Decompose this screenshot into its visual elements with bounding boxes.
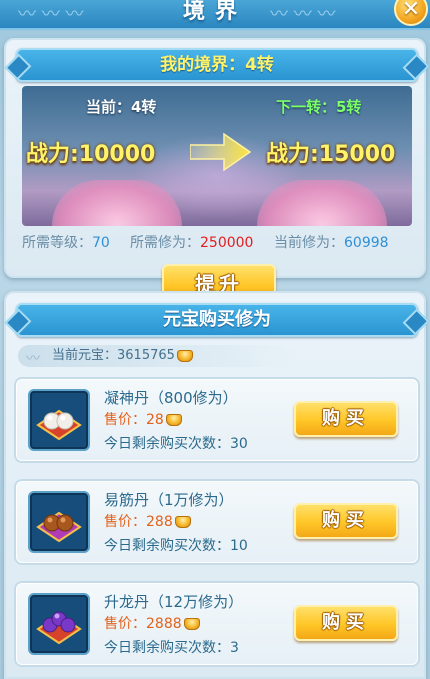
purple-pills-icon [28,593,90,655]
shop-banner-title: 元宝购买修为 [163,309,271,330]
item-price-label: 售价： [104,412,146,428]
shop-item: 凝神丹（800修为） 售价：28 今日剩余购买次数：30 购买 [14,377,420,463]
yuanbao-balance: 〰 当前元宝：3615765 [18,345,298,367]
current-realm-label: 当前：4转 [86,98,157,116]
required-cultivation-label: 所需修为： [130,235,200,251]
arrow-right-icon [190,132,252,172]
item-remaining: 今日剩余购买次数：10 [104,535,248,555]
item-remaining-label: 今日剩余购买次数： [104,436,230,452]
realm-banner: 我的境界：4转 [16,48,418,82]
item-remaining-label: 今日剩余购买次数： [104,538,230,554]
next-power: 战力:15000 [266,142,396,167]
white-pills-icon [28,389,90,451]
item-remaining-label: 今日剩余购买次数： [104,640,230,656]
next-realm-label: 下一转：5转 [276,98,362,116]
required-level-label: 所需等级： [22,235,92,251]
item-name: 易筋丹（1万修为） [104,491,234,509]
item-name: 升龙丹（12万修为） [104,593,244,611]
gold-ingot-icon [165,414,182,426]
realm-panel: 我的境界：4转 当前：4转 下一转：5转 战力:10000 战力:15000 所… [4,38,426,304]
item-price: 售价：28 [104,409,182,429]
yuanbao-balance-label: 当前元宝： [52,348,118,363]
gold-ingot-icon [183,618,200,630]
buy-button[interactable]: 购买 [294,401,398,437]
item-remaining: 今日剩余购买次数：3 [104,637,239,657]
item-price-label: 售价： [104,514,146,530]
shop-item: 升龙丹（12万修为） 售价：2888 今日剩余购买次数：3 购买 [14,581,420,667]
gold-ingot-icon [174,516,191,528]
required-level-value: 70 [92,235,110,251]
close-icon: ✕ [401,0,421,22]
lotus-right-icon [257,180,387,226]
item-price-value: 2888 [146,616,182,632]
required-cultivation-value: 250000 [200,235,254,251]
current-power: 战力:10000 [26,142,156,167]
buy-button[interactable]: 购买 [294,605,398,641]
buy-button[interactable]: 购买 [294,503,398,539]
lotus-left-icon [52,180,182,226]
window-title: 境界 [182,0,247,24]
window-title-bar: 〰 〰 〰 〰 〰 〰 境界 [0,0,430,30]
item-price-value: 288 [146,514,173,530]
realm-scene: 当前：4转 下一转：5转 战力:10000 战力:15000 [22,86,412,226]
shop-banner: 元宝购买修为 [16,303,418,337]
cloud-ornament-icon: 〰 [26,351,40,367]
brown-pills-icon [28,491,90,553]
current-cultivation-value: 60998 [344,235,389,251]
item-price-label: 售价： [104,616,146,632]
item-price: 售价：2888 [104,613,200,633]
item-remaining-value: 10 [230,538,248,554]
item-price-value: 28 [146,412,164,428]
item-remaining: 今日剩余购买次数：30 [104,433,248,453]
item-name: 凝神丹（800修为） [104,389,238,407]
item-remaining-value: 30 [230,436,248,452]
item-remaining-value: 3 [230,640,239,656]
gold-ingot-icon [176,349,193,362]
shop-panel: 元宝购买修为 〰 当前元宝：3615765 凝神丹（800修为） 售价：28 今… [4,291,426,679]
shop-item: 易筋丹（1万修为） 售价：288 今日剩余购买次数：10 购买 [14,479,420,565]
realm-banner-title: 我的境界：4转 [160,55,274,75]
yuanbao-balance-value: 3615765 [117,348,175,363]
current-cultivation-label: 当前修为： [274,235,344,251]
item-price: 售价：288 [104,511,191,531]
